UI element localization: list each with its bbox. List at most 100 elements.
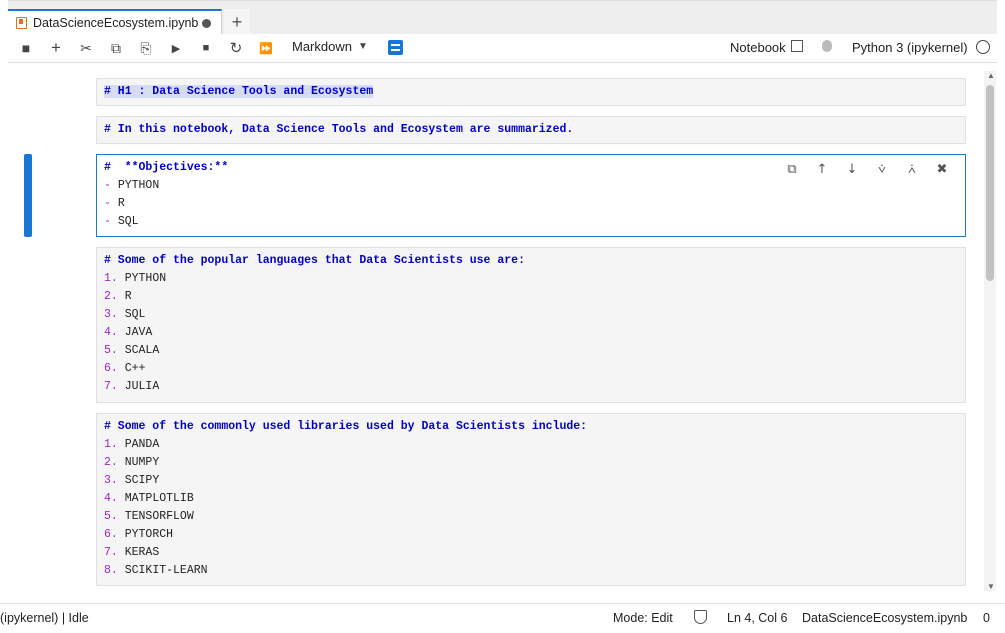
line-text: # **Objectives:** xyxy=(104,161,229,174)
kernel-status-text[interactable]: (ipykernel) | Idle xyxy=(0,611,89,625)
save-icon[interactable]: ■ xyxy=(16,38,36,58)
line-text: SQL xyxy=(124,308,146,321)
line-text: PYTORCH xyxy=(124,528,174,541)
mode-indicator: Mode: Edit xyxy=(613,611,673,625)
delete-cell-icon[interactable]: ✖ xyxy=(927,159,957,179)
tab-title: DataScienceEcosystem.ipynb xyxy=(33,16,199,30)
list-marker: 3. xyxy=(104,474,125,487)
list-marker: 7. xyxy=(104,380,125,393)
restart-icon[interactable]: ↻ xyxy=(226,38,246,58)
list-marker: 6. xyxy=(104,528,125,541)
cut-icon[interactable]: ✂ xyxy=(76,38,96,58)
line-text: PYTHON xyxy=(124,272,167,285)
list-item: 2. NUMPY xyxy=(104,454,958,472)
scroll-up-icon[interactable]: ▲ xyxy=(987,71,995,80)
list-item: 3. SCIPY xyxy=(104,472,958,490)
list-marker: 5. xyxy=(104,510,125,523)
property-inspector-icon[interactable] xyxy=(388,40,403,55)
line-text: JULIA xyxy=(124,380,160,393)
line-text: JAVA xyxy=(124,326,153,339)
cell-type-label: Markdown xyxy=(292,39,352,54)
cursor-position[interactable]: Ln 4, Col 6 xyxy=(727,611,787,625)
list-marker: 3. xyxy=(104,308,125,321)
list-item: 1. PYTHON xyxy=(104,270,958,288)
line-text: NUMPY xyxy=(124,456,160,469)
list-item: 2. R xyxy=(104,288,958,306)
list-marker: 5. xyxy=(104,344,125,357)
list-item: 3. SQL xyxy=(104,306,958,324)
cell-header-line: # H1 : Data Science Tools and Ecosystem xyxy=(104,83,958,101)
line-text: PANDA xyxy=(124,438,160,451)
list-marker: 7. xyxy=(104,546,125,559)
line-text: # Some of the commonly used libraries us… xyxy=(104,420,588,433)
line-text: # In this notebook, Data Science Tools a… xyxy=(104,123,574,136)
list-item: 6. C++ xyxy=(104,360,958,378)
list-marker: 2. xyxy=(104,456,125,469)
line-text: SCIPY xyxy=(124,474,160,487)
shield-icon[interactable] xyxy=(694,610,707,624)
new-tab-button[interactable]: + xyxy=(224,9,250,35)
line-text: # Some of the popular languages that Dat… xyxy=(104,254,525,267)
markdown-cell[interactable]: # Some of the commonly used libraries us… xyxy=(96,413,966,586)
kernel-status-icon xyxy=(976,40,990,54)
insert-cell-icon[interactable]: + xyxy=(46,38,66,58)
list-item: - SQL xyxy=(104,213,958,231)
line-text: C++ xyxy=(124,362,146,375)
line-text: R xyxy=(124,290,132,303)
cell-header-line: # Some of the popular languages that Dat… xyxy=(104,252,958,270)
stop-icon[interactable]: ■ xyxy=(196,38,216,58)
vertical-scrollbar[interactable]: ▲ ▼ xyxy=(984,71,996,591)
notebook-icon xyxy=(16,17,27,29)
markdown-cell[interactable]: # H1 : Data Science Tools and Ecosystem xyxy=(96,78,966,106)
markdown-cell-active[interactable]: # **Objectives:** - PYTHON - R- SQL ⧉ ↑ ↓ ⩒ ⩑ ✖ xyxy=(96,154,966,237)
cell-header-line: # Some of the commonly used libraries us… xyxy=(104,418,958,436)
active-cell-collapser[interactable] xyxy=(24,154,32,237)
list-item: 7. KERAS xyxy=(104,544,958,562)
list-item: 8. SCIKIT-LEARN xyxy=(104,562,958,580)
list-marker: - xyxy=(104,197,118,210)
list-item: 7. JULIA xyxy=(104,378,958,396)
chevron-down-icon: ▼ xyxy=(357,41,368,52)
line-text: SCALA xyxy=(124,344,160,357)
external-link-icon xyxy=(790,39,803,52)
line-text: KERAS xyxy=(124,546,160,559)
markdown-cell[interactable]: # Some of the popular languages that Dat… xyxy=(96,247,966,403)
duplicate-cell-icon[interactable]: ⧉ xyxy=(777,159,807,179)
move-down-icon[interactable]: ↓ xyxy=(837,159,867,179)
list-marker: 2. xyxy=(104,290,125,303)
notebook-panel[interactable]: # H1 : Data Science Tools and Ecosystem #… xyxy=(8,63,997,597)
cell-type-select[interactable]: Markdown ▼ xyxy=(292,39,368,54)
list-marker: - xyxy=(104,179,118,192)
list-marker: 1. xyxy=(104,272,125,285)
notebook-toolbar: ■ + ✂ ⧉ ⎘ ▶ ■ ↻ ⏩ Markdown ▼ Notebook Py… xyxy=(8,34,997,63)
open-notebook-button[interactable]: Notebook xyxy=(730,39,803,55)
insert-above-icon[interactable]: ⩒ xyxy=(867,159,897,179)
line-text: MATPLOTLIB xyxy=(124,492,194,505)
tab-notebook[interactable]: DataScienceEcosystem.ipynb xyxy=(8,9,222,35)
list-marker: 4. xyxy=(104,326,125,339)
paste-icon[interactable]: ⎘ xyxy=(136,38,156,58)
insert-below-icon[interactable]: ⩑ xyxy=(897,159,927,179)
list-item: - R xyxy=(104,195,958,213)
status-filename: DataScienceEcosystem.ipynb xyxy=(802,611,968,625)
markdown-cell[interactable]: # In this notebook, Data Science Tools a… xyxy=(96,116,966,144)
scroll-down-icon[interactable]: ▼ xyxy=(987,582,995,591)
notebook-label: Notebook xyxy=(730,40,786,55)
unsaved-dot-icon[interactable] xyxy=(202,18,212,28)
scrollbar-thumb[interactable] xyxy=(986,85,994,281)
list-item: - PYTHON xyxy=(104,177,958,195)
list-item: 1. PANDA xyxy=(104,436,958,454)
move-up-icon[interactable]: ↑ xyxy=(807,159,837,179)
kernel-name[interactable]: Python 3 (ipykernel) xyxy=(852,40,968,55)
debugger-icon[interactable] xyxy=(822,40,832,52)
cell-header-line: # In this notebook, Data Science Tools a… xyxy=(104,121,958,139)
run-all-icon[interactable]: ⏩ xyxy=(256,38,276,58)
list-item: 6. PYTORCH xyxy=(104,526,958,544)
cell-toolbar: ⧉ ↑ ↓ ⩒ ⩑ ✖ xyxy=(777,159,957,179)
notification-count[interactable]: 0 xyxy=(983,611,990,625)
copy-icon[interactable]: ⧉ xyxy=(106,38,126,58)
line-text: R xyxy=(117,197,125,210)
run-icon[interactable]: ▶ xyxy=(166,38,186,58)
list-item: 4. JAVA xyxy=(104,324,958,342)
line-text: SCIKIT-LEARN xyxy=(124,564,208,577)
